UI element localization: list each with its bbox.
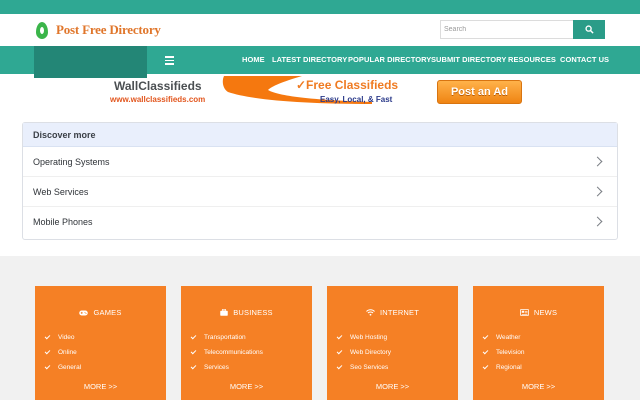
card-link[interactable]: Online	[44, 345, 81, 360]
post-an-ad-button[interactable]: Post an Ad	[437, 80, 522, 104]
card-link-label: General	[58, 364, 82, 371]
banner-brand: WallClassifieds	[114, 79, 202, 93]
card-title[interactable]: BUSINESS	[181, 308, 312, 317]
nav-resources[interactable]: RESOURCES	[508, 55, 556, 64]
search-icon	[584, 25, 594, 34]
card-link-label: Web Hosting	[350, 334, 388, 341]
card-link[interactable]: Television	[482, 345, 525, 360]
check-icon	[190, 333, 197, 340]
category-card-news: NEWS Weather Television Regional MORE >>	[473, 286, 604, 400]
card-link[interactable]: Services	[190, 360, 263, 375]
newspaper-icon	[519, 309, 529, 316]
briefcase-icon	[220, 309, 228, 316]
more-link[interactable]: MORE >>	[35, 382, 166, 391]
check-icon	[336, 333, 343, 340]
card-link[interactable]: Web Directory	[336, 345, 392, 360]
wifi-icon	[366, 309, 375, 316]
discover-item[interactable]: Operating Systems	[23, 147, 617, 177]
check-icon	[482, 363, 489, 370]
logo-leaf-icon	[36, 21, 48, 39]
site-logo[interactable]: Post Free Directory	[36, 20, 161, 40]
card-title[interactable]: GAMES	[35, 308, 166, 317]
card-link[interactable]: Regional	[482, 360, 525, 375]
banner-headline: ✓Free Classifieds	[296, 78, 399, 92]
discover-item[interactable]: Mobile Phones	[23, 207, 617, 237]
banner-tagline: Easy, Local, & Fast	[320, 95, 393, 104]
card-link-label: Telecommunications	[204, 349, 263, 356]
card-link-label: Television	[496, 349, 525, 356]
card-title-text: GAMES	[93, 308, 122, 317]
chevron-right-icon	[592, 156, 603, 167]
card-link[interactable]: Transportation	[190, 330, 263, 345]
card-title-text: INTERNET	[379, 308, 420, 317]
card-title-text: NEWS	[533, 308, 558, 317]
discover-item-label: Operating Systems	[33, 156, 110, 167]
chevron-right-icon	[592, 216, 603, 227]
card-title-text: BUSINESS	[233, 308, 273, 317]
card-link[interactable]: General	[44, 360, 82, 375]
card-link-label: Online	[58, 349, 77, 356]
check-icon	[190, 348, 197, 355]
check-icon	[336, 348, 343, 355]
discover-more-panel: Discover more Operating Systems Web Serv…	[22, 122, 618, 240]
check-icon	[44, 363, 51, 370]
check-icon	[482, 348, 489, 355]
search-button[interactable]	[573, 20, 605, 39]
ad-banner[interactable]: WallClassifieds www.wallclassifieds.com …	[108, 76, 522, 108]
card-title[interactable]: NEWS	[473, 308, 604, 317]
check-icon	[190, 363, 197, 370]
card-link-label: Video	[58, 334, 75, 341]
discover-item-label: Web Services	[33, 186, 89, 197]
search-input[interactable]	[440, 20, 573, 39]
discover-item[interactable]: Web Services	[23, 177, 617, 207]
nav-popular-directory[interactable]: POPULAR DIRECTORY	[348, 55, 431, 64]
gamepad-icon	[79, 310, 89, 316]
nav-submit-directory[interactable]: SUBMIT DIRECTORY	[431, 55, 506, 64]
top-strip	[0, 0, 640, 14]
more-link[interactable]: MORE >>	[473, 382, 604, 391]
card-link[interactable]: Web Hosting	[336, 330, 391, 345]
check-icon	[44, 333, 51, 340]
card-link[interactable]: Video	[44, 330, 81, 345]
menu-block	[34, 46, 174, 78]
check-icon	[44, 348, 51, 355]
card-link-label: Services	[204, 364, 229, 371]
chevron-right-icon	[592, 186, 603, 197]
nav-latest-directory[interactable]: LATEST DIRECTORY	[272, 55, 347, 64]
site-header: Post Free Directory	[0, 14, 640, 46]
category-card-business: BUSINESS Transportation Telecommunicatio…	[181, 286, 312, 400]
main-navbar: HOME LATEST DIRECTORY POPULAR DIRECTORY …	[0, 46, 640, 78]
card-link-label: Transportation	[204, 334, 246, 341]
card-link-label: Seo Services	[350, 364, 389, 371]
nav-home[interactable]: HOME	[242, 55, 265, 64]
more-link[interactable]: MORE >>	[181, 382, 312, 391]
discover-more-title: Discover more	[23, 123, 617, 147]
card-link-label: Web Directory	[350, 349, 392, 356]
card-title[interactable]: INTERNET	[327, 308, 458, 317]
banner-url: www.wallclassifieds.com	[110, 95, 206, 104]
check-icon	[336, 363, 343, 370]
nav-contact-us[interactable]: CONTACT US	[560, 55, 609, 64]
search-form	[440, 20, 605, 39]
more-link[interactable]: MORE >>	[327, 382, 458, 391]
card-link[interactable]: Telecommunications	[190, 345, 263, 360]
hamburger-menu-icon[interactable]	[165, 56, 174, 65]
card-link[interactable]: Weather	[482, 330, 525, 345]
card-link[interactable]: Seo Services	[336, 360, 391, 375]
category-card-internet: INTERNET Web Hosting Web Directory Seo S…	[327, 286, 458, 400]
category-card-games: GAMES Video Online General MORE >>	[35, 286, 166, 400]
discover-item-label: Mobile Phones	[33, 217, 93, 227]
card-link-label: Weather	[496, 334, 521, 341]
logo-text: Post Free Directory	[56, 22, 161, 37]
card-link-label: Regional	[496, 364, 522, 371]
check-icon	[482, 333, 489, 340]
